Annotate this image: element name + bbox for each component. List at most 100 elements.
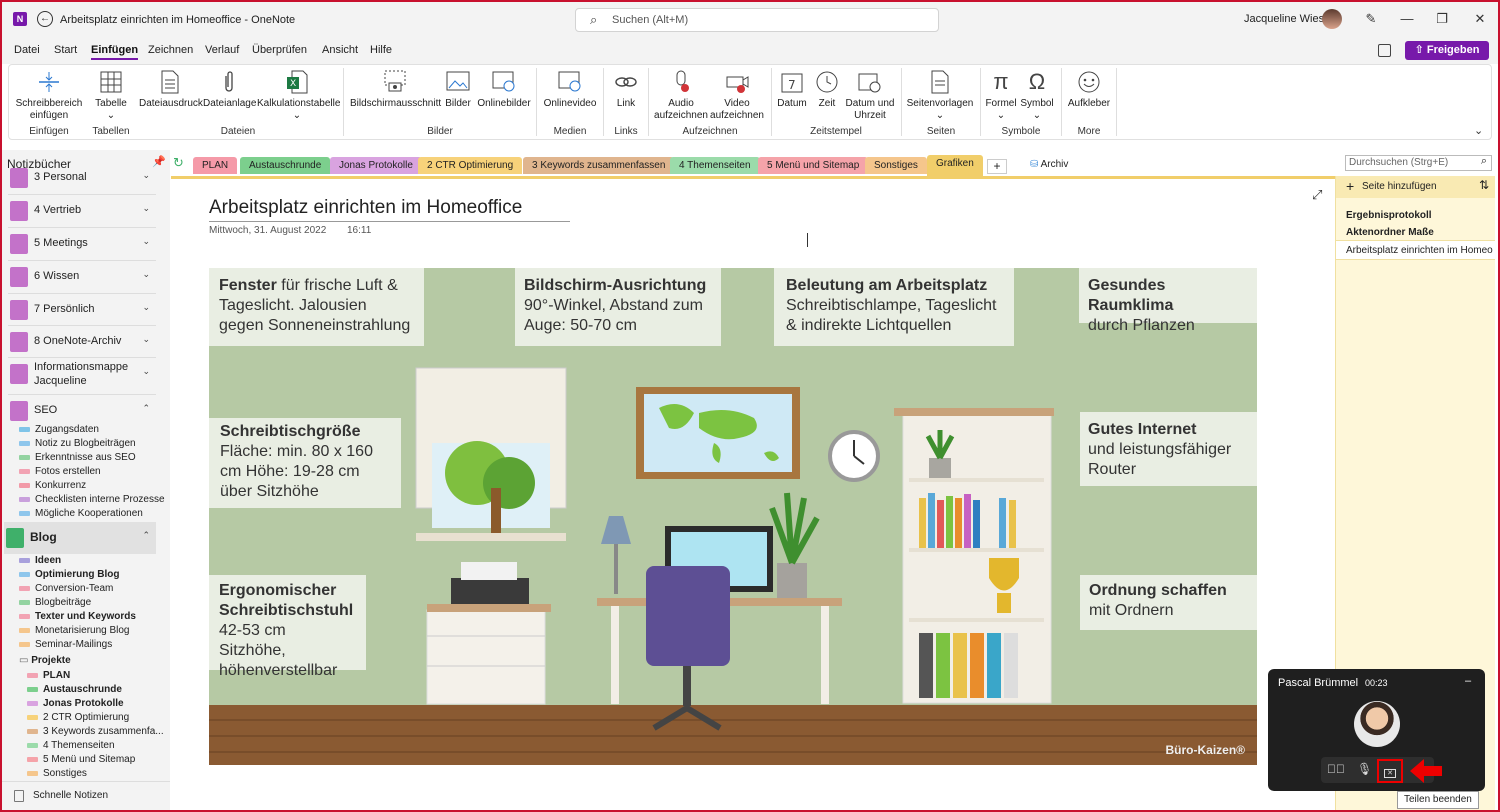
section-ideen[interactable]: Ideen — [19, 555, 61, 566]
section-tab-9[interactable]: Grafiken — [927, 155, 983, 176]
formel-button[interactable]: π Formel ⌄ — [985, 70, 1017, 122]
notebook-5-meetings[interactable]: 5 Meetings ⌄ — [8, 227, 156, 257]
search-box[interactable]: ⌕ Suchen (Alt+M) — [575, 8, 939, 32]
dateianlage-button[interactable]: Dateianlage — [203, 70, 256, 110]
menu-start[interactable]: Start — [54, 44, 77, 56]
mic-off-icon[interactable]: 🎙 — [1357, 762, 1372, 776]
add-page-button[interactable]: + Seite hinzufügen ⇅ — [1336, 176, 1495, 198]
notebook-informationsmappe[interactable]: Informationsmappe Jacqueline ⌄ — [8, 357, 156, 393]
section-plan[interactable]: PLAN — [27, 670, 70, 681]
section-checklisten[interactable]: Checklisten interne Prozesse — [19, 494, 165, 505]
section-group-projekte[interactable]: ▭ Projekte — [19, 655, 71, 666]
menu-ueberpruefen[interactable]: Überprüfen — [252, 44, 307, 56]
datum-button[interactable]: 7 Datum — [776, 70, 808, 110]
camera-off-icon[interactable]: ▶⃠ — [1327, 762, 1345, 776]
notebook-4-vertrieb[interactable]: 4 Vertrieb ⌄ — [8, 194, 156, 224]
page-canvas[interactable]: Arbeitsplatz einrichten im Homeoffice Mi… — [171, 176, 1335, 812]
section-themenseiten[interactable]: 4 Themenseiten — [27, 740, 115, 751]
menu-zeichnen[interactable]: Zeichnen — [148, 44, 193, 56]
video-camera-icon — [724, 70, 750, 94]
section-tab-4[interactable]: 2 CTR Optimierung — [418, 157, 523, 174]
section-jonas-protokolle[interactable]: Jonas Protokolle — [27, 698, 124, 709]
video-button[interactable]: Video aufzeichnen — [709, 70, 765, 122]
section-tab-5[interactable]: 3 Keywords zusammenfassen — [523, 157, 675, 174]
maximize-icon[interactable]: ❐ — [1427, 8, 1457, 30]
link-button[interactable]: Link — [610, 70, 642, 110]
page-search-input[interactable]: Durchsuchen (Strg+E) ⌕ — [1345, 155, 1492, 171]
page-item-ergebnisprotokoll[interactable]: Ergebnisprotokoll — [1346, 210, 1432, 221]
section-konkurrenz[interactable]: Konkurrenz — [19, 480, 86, 491]
add-section-button[interactable]: + — [987, 159, 1007, 174]
section-blogbeitraege[interactable]: Blogbeiträge — [19, 597, 91, 608]
onlinevideo-button[interactable]: Onlinevideo — [541, 70, 599, 110]
ribbon-collapse-icon[interactable]: ⌄ — [1474, 124, 1483, 137]
minimize-call-icon[interactable]: – — [1465, 675, 1471, 687]
section-sonstiges[interactable]: Sonstiges — [27, 768, 87, 779]
section-keywords[interactable]: 3 Keywords zusammenfa... — [27, 726, 164, 737]
notebook-view-icon[interactable] — [1378, 44, 1391, 57]
section-ctr-optimierung[interactable]: 2 CTR Optimierung — [27, 712, 129, 723]
share-button[interactable]: ⇧ Freigeben — [1405, 41, 1489, 60]
section-tab-1[interactable]: PLAN — [193, 157, 238, 174]
callout-beleuchtung-title: Beleutung am Arbeitsplatz — [786, 277, 988, 294]
bildschirmausschnitt-button[interactable]: Bildschirmausschnitt — [350, 70, 441, 110]
user-avatar[interactable] — [1322, 9, 1342, 29]
section-conversion-team[interactable]: Conversion-Team — [19, 583, 113, 594]
kalkulationstabelle-button[interactable]: X Kalkulationstabelle ⌄ — [257, 70, 340, 122]
minimize-icon[interactable]: — — [1392, 8, 1422, 30]
close-icon[interactable]: ✕ — [1465, 8, 1495, 30]
section-erkenntnisse-seo[interactable]: Erkenntnisse aus SEO — [19, 452, 136, 463]
stop-sharing-button[interactable]: ✕ — [1377, 759, 1403, 783]
page-item-arbeitsplatz[interactable]: Arbeitsplatz einrichten im Homeo — [1336, 240, 1495, 260]
menu-einfuegen[interactable]: Einfügen — [91, 44, 139, 60]
bilder-button[interactable]: Bilder — [443, 70, 473, 110]
call-window[interactable]: Pascal Brümmel 00:23 – ▶⃠ 🎙 ✕ — [1268, 669, 1485, 791]
aufkleber-button[interactable]: Aufkleber — [1066, 70, 1112, 110]
section-optimierung-blog[interactable]: Optimierung Blog — [19, 569, 119, 580]
section-seminar-mailings[interactable]: Seminar-Mailings — [19, 639, 112, 650]
page-item-aktenordner[interactable]: Aktenordner Maße — [1346, 227, 1434, 238]
section-menue-sitemap[interactable]: 5 Menü und Sitemap — [27, 754, 135, 765]
sync-icon[interactable]: ↻ — [173, 155, 184, 171]
notebook-blog[interactable]: Blog ⌃ — [4, 522, 156, 554]
quick-notes-bar[interactable]: Schnelle Notizen — [2, 781, 170, 810]
notebook-7-persoenlich[interactable]: 7 Persönlich ⌄ — [8, 293, 156, 323]
expand-icon[interactable]: ⤢ — [1312, 187, 1322, 203]
section-tab-2[interactable]: Austauschrunde — [240, 157, 331, 174]
dateiausdruck-button[interactable]: Dateiausdruck — [139, 70, 203, 110]
section-austauschrunde[interactable]: Austauschrunde — [27, 684, 122, 695]
seitenvorlagen-button[interactable]: Seitenvorlagen ⌄ — [906, 70, 974, 122]
section-notiz-blogbeitraege[interactable]: Notiz zu Blogbeiträgen — [19, 438, 136, 449]
section-tab-7[interactable]: 5 Menü und Sitemap — [758, 157, 869, 174]
menu-verlauf[interactable]: Verlauf — [205, 44, 239, 56]
menu-datei[interactable]: Datei — [14, 44, 40, 56]
notebook-3-personal[interactable]: 3 Personal ⌄ — [8, 162, 156, 192]
menu-hilfe[interactable]: Hilfe — [370, 44, 392, 56]
audio-button[interactable]: Audio aufzeichnen — [653, 70, 709, 122]
notebook-seo[interactable]: SEO ⌃ — [8, 394, 156, 424]
section-tab-8[interactable]: Sonstiges — [865, 157, 927, 174]
section-zugangsdaten[interactable]: Zugangsdaten — [19, 424, 99, 435]
menu-ansicht[interactable]: Ansicht — [322, 44, 358, 56]
zeit-button[interactable]: Zeit — [812, 70, 842, 110]
section-texter-keywords[interactable]: Texter und Keywords — [19, 611, 136, 622]
page-title[interactable]: Arbeitsplatz einrichten im Homeoffice — [209, 197, 570, 222]
datum-uhrzeit-button[interactable]: Datum und Uhrzeit — [843, 70, 897, 122]
section-tab-3[interactable]: Jonas Protokolle — [330, 157, 422, 174]
archiv-link[interactable]: ⛁ Archiv — [1030, 159, 1068, 170]
sort-icon[interactable]: ⇅ — [1479, 178, 1489, 192]
tabelle-button[interactable]: Tabelle ⌄ — [93, 70, 129, 122]
pen-icon[interactable]: ✎ — [1356, 8, 1386, 30]
section-fotos-erstellen[interactable]: Fotos erstellen — [19, 466, 101, 477]
section-tab-6[interactable]: 4 Themenseiten — [670, 157, 760, 174]
section-kooperationen[interactable]: Mögliche Kooperationen — [19, 508, 143, 519]
back-arrow-icon[interactable]: ← — [37, 11, 53, 27]
onlinebilder-button[interactable]: Onlinebilder — [476, 70, 532, 110]
schreibbereich-button[interactable]: Schreibbereich einfügen — [14, 70, 84, 122]
onlinebilder-label: Onlinebilder — [477, 98, 531, 109]
notebook-8-archiv[interactable]: 8 OneNote-Archiv ⌄ — [8, 325, 156, 355]
symbol-button[interactable]: Ω Symbol ⌄ — [1019, 70, 1055, 122]
notebook-6-wissen[interactable]: 6 Wissen ⌄ — [8, 260, 156, 290]
section-monetarisierung[interactable]: Monetarisierung Blog — [19, 625, 130, 636]
user-name[interactable]: Jacqueline Wiese — [1244, 13, 1330, 25]
